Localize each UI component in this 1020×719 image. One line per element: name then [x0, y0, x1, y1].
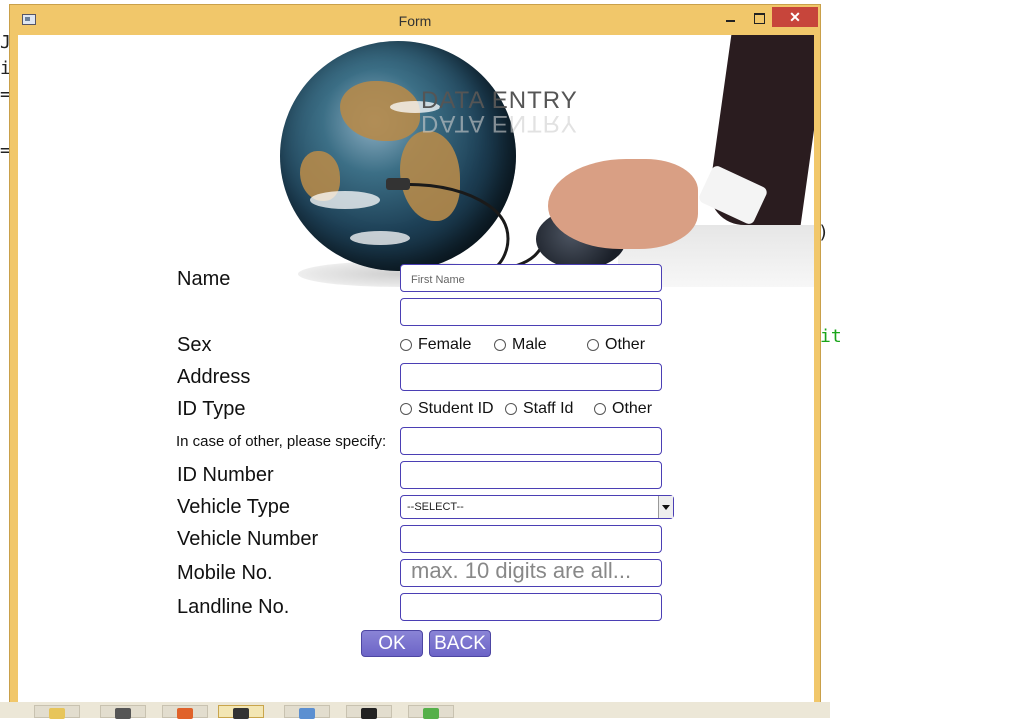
- form-window: Form ✕ DATA ENTRY DATA ENTRY Name First …: [9, 4, 821, 714]
- taskbar-active-button[interactable]: [218, 705, 264, 719]
- taskbar-app-button[interactable]: [408, 705, 454, 719]
- sex-male-radio[interactable]: Male: [494, 336, 547, 354]
- form-client-area: DATA ENTRY DATA ENTRY Name Sex Female Ma…: [18, 35, 814, 705]
- radio-circle-icon[interactable]: [594, 403, 606, 415]
- console-icon: [361, 708, 377, 719]
- taskbar-app-button[interactable]: [100, 705, 146, 719]
- last-name-input[interactable]: [400, 298, 662, 326]
- mobile-label: Mobile No.: [177, 562, 273, 584]
- other-specify-label: In case of other, please specify:: [176, 433, 387, 450]
- address-label: Address: [177, 366, 251, 388]
- banner-title-reflection: DATA ENTRY: [421, 110, 578, 137]
- taskbar-explorer-button[interactable]: [34, 705, 80, 719]
- background-editor-text-green: it: [820, 326, 842, 347]
- id-number-label: ID Number: [177, 464, 274, 486]
- minimize-button[interactable]: [718, 7, 744, 29]
- id-type-other-radio[interactable]: Other: [594, 400, 652, 418]
- id-type-label: ID Type: [177, 398, 246, 420]
- taskbar: [0, 702, 830, 719]
- radio-circle-icon[interactable]: [494, 339, 506, 351]
- radio-circle-icon[interactable]: [400, 339, 412, 351]
- taskbar-app-button[interactable]: [284, 705, 330, 719]
- vehicle-type-selected-value: --SELECT--: [407, 501, 464, 513]
- vehicle-number-label: Vehicle Number: [177, 528, 319, 550]
- taskbar-console-button[interactable]: [346, 705, 392, 719]
- id-number-input[interactable]: [400, 461, 662, 489]
- mobile-input[interactable]: [400, 559, 662, 587]
- landline-label: Landline No.: [177, 596, 290, 618]
- close-button[interactable]: ✕: [772, 7, 818, 27]
- id-type-staff-radio[interactable]: Staff Id: [505, 400, 573, 418]
- radio-circle-icon[interactable]: [505, 403, 517, 415]
- vehicle-type-label: Vehicle Type: [177, 496, 291, 518]
- sex-label: Sex: [177, 334, 212, 356]
- app-icon: [233, 708, 249, 719]
- window-title: Form: [398, 13, 432, 29]
- title-bar[interactable]: Form ✕: [10, 5, 820, 35]
- app-icon: [177, 708, 193, 719]
- ok-button[interactable]: OK: [361, 630, 423, 657]
- app-icon: [115, 708, 131, 719]
- sex-other-radio[interactable]: Other: [587, 336, 645, 354]
- app-icon: [423, 708, 439, 719]
- id-type-student-radio[interactable]: Student ID: [400, 400, 494, 418]
- name-label: Name: [177, 268, 231, 290]
- data-entry-banner-image: DATA ENTRY DATA ENTRY: [158, 35, 814, 287]
- app-icon: [299, 708, 315, 719]
- taskbar-app-button[interactable]: [162, 705, 208, 719]
- address-input[interactable]: [400, 363, 662, 391]
- hand-image: [548, 159, 698, 249]
- back-button[interactable]: BACK: [429, 630, 491, 657]
- landline-input[interactable]: [400, 593, 662, 621]
- vehicle-number-input[interactable]: [400, 525, 662, 553]
- vehicle-type-select[interactable]: --SELECT--: [400, 495, 674, 519]
- first-name-input[interactable]: [400, 264, 662, 292]
- dropdown-arrow-icon[interactable]: [658, 496, 673, 518]
- radio-circle-icon[interactable]: [587, 339, 599, 351]
- maximize-button[interactable]: [746, 7, 772, 29]
- folder-icon: [49, 708, 65, 719]
- sex-female-radio[interactable]: Female: [400, 336, 471, 354]
- other-specify-input[interactable]: [400, 427, 662, 455]
- radio-circle-icon[interactable]: [400, 403, 412, 415]
